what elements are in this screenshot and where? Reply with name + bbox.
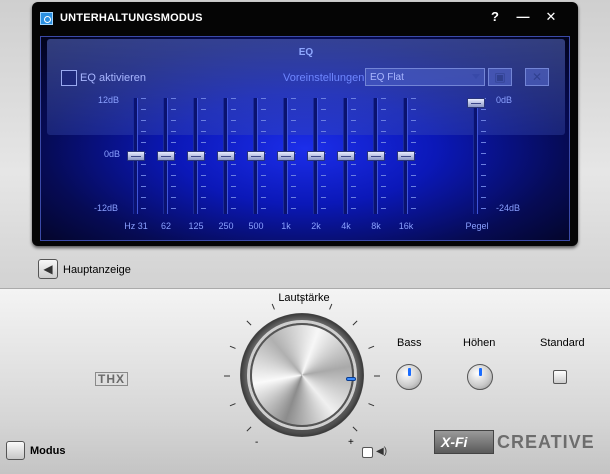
volume-min-label: - bbox=[255, 437, 259, 448]
creative-logo: CREATIVE bbox=[497, 432, 595, 452]
volume-scale-tick bbox=[368, 403, 375, 407]
volume-scale-tick bbox=[352, 426, 358, 432]
presets-label: Voreinstellungen bbox=[283, 72, 365, 84]
volume-knob-indicator bbox=[346, 377, 356, 381]
db-bottom-label: -12dB bbox=[94, 203, 119, 213]
preset-value: EQ Flat bbox=[370, 71, 404, 83]
eq-band-thumb[interactable] bbox=[307, 151, 325, 161]
eq-enable-checkbox[interactable] bbox=[61, 70, 77, 86]
volume-scale-tick bbox=[246, 320, 252, 326]
eq-band-label: 8k bbox=[371, 221, 381, 231]
eq-band-slider[interactable] bbox=[125, 98, 147, 214]
eq-band-label: 2k bbox=[311, 221, 321, 231]
mode-button[interactable] bbox=[6, 441, 25, 460]
save-preset-button[interactable]: ▣ bbox=[488, 68, 512, 86]
eq-band-label: 250 bbox=[218, 221, 234, 231]
treble-label: Höhen bbox=[463, 337, 496, 349]
db-top-label: 12dB bbox=[98, 95, 120, 105]
eq-band-thumb[interactable] bbox=[217, 151, 235, 161]
volume-scale-tick bbox=[246, 426, 252, 432]
eq-band-slider[interactable] bbox=[185, 98, 207, 214]
level-slider-track bbox=[473, 98, 478, 214]
delete-preset-button[interactable]: ✕ bbox=[525, 68, 549, 86]
chevron-down-icon bbox=[472, 74, 480, 79]
standard-button[interactable] bbox=[553, 370, 567, 384]
standard-label: Standard bbox=[540, 337, 585, 349]
help-button[interactable]: ? bbox=[488, 8, 502, 26]
eq-band-label: 16k bbox=[398, 221, 414, 231]
eq-band-thumb[interactable] bbox=[157, 151, 175, 161]
arrow-left-icon: ◀ bbox=[43, 262, 53, 276]
db-mid-label: 0dB bbox=[104, 149, 121, 159]
window-controls: ? — ✕ bbox=[488, 8, 558, 26]
speaker-icon: ◀) bbox=[376, 446, 388, 457]
eq-band-slider[interactable] bbox=[275, 98, 297, 214]
back-button[interactable]: ◀ bbox=[38, 259, 58, 279]
eq-band-label: 500 bbox=[248, 221, 264, 231]
level-slider-thumb[interactable] bbox=[467, 98, 485, 108]
eq-band-thumb[interactable] bbox=[367, 151, 385, 161]
bass-label: Bass bbox=[397, 337, 422, 349]
eq-band-thumb[interactable] bbox=[187, 151, 205, 161]
xfi-logo: X-Fi bbox=[434, 430, 494, 454]
mute-checkbox[interactable] bbox=[362, 447, 373, 458]
volume-scale-tick bbox=[229, 345, 236, 349]
thx-logo: THX bbox=[95, 372, 128, 386]
back-label[interactable]: Hauptanzeige bbox=[63, 264, 131, 276]
app-window: UNTERHALTUNGSMODUS ? — ✕ EQ EQ aktiviere… bbox=[0, 0, 610, 474]
eq-band-slider[interactable] bbox=[245, 98, 267, 214]
eq-band-label: 125 bbox=[188, 221, 204, 231]
window-title: UNTERHALTUNGSMODUS bbox=[60, 12, 203, 24]
level-slider[interactable] bbox=[465, 98, 487, 214]
app-icon bbox=[40, 11, 53, 25]
treble-knob[interactable] bbox=[467, 364, 493, 390]
volume-knob[interactable] bbox=[250, 323, 354, 427]
eq-band-slider[interactable] bbox=[335, 98, 357, 214]
eq-panel: EQ EQ aktivieren Voreinstellungen EQ Fla… bbox=[40, 36, 570, 241]
close-button[interactable]: ✕ bbox=[544, 8, 558, 26]
level-top-label: 0dB bbox=[496, 95, 513, 105]
volume-scale-tick bbox=[329, 303, 333, 310]
volume-max-label: + bbox=[348, 437, 354, 448]
delete-icon: ✕ bbox=[531, 70, 543, 84]
bass-knob[interactable] bbox=[396, 364, 422, 390]
title-bar: UNTERHALTUNGSMODUS bbox=[40, 8, 203, 28]
eq-band-label: 4k bbox=[341, 221, 351, 231]
volume-scale-tick bbox=[368, 345, 375, 349]
eq-band-thumb[interactable] bbox=[337, 151, 355, 161]
minimize-button[interactable]: — bbox=[516, 8, 530, 26]
eq-band-slider[interactable] bbox=[365, 98, 387, 214]
eq-band-slider[interactable] bbox=[155, 98, 177, 214]
eq-band-thumb[interactable] bbox=[277, 151, 295, 161]
eq-band-slider[interactable] bbox=[215, 98, 237, 214]
eq-band-slider[interactable] bbox=[395, 98, 417, 214]
preset-dropdown[interactable]: EQ Flat bbox=[365, 68, 485, 86]
eq-enable-label: EQ aktivieren bbox=[80, 72, 147, 84]
eq-band-thumb[interactable] bbox=[127, 151, 145, 161]
volume-scale-tick bbox=[271, 303, 275, 310]
eq-enable-toggle[interactable]: EQ aktivieren bbox=[61, 70, 146, 86]
mode-label[interactable]: Modus bbox=[30, 445, 65, 457]
eq-title: EQ bbox=[298, 47, 314, 58]
eq-band-slider[interactable] bbox=[305, 98, 327, 214]
eq-band-thumb[interactable] bbox=[397, 151, 415, 161]
eq-band-label: 62 bbox=[160, 221, 171, 231]
volume-scale-tick bbox=[229, 403, 236, 407]
level-bottom-label: -24dB bbox=[496, 203, 521, 213]
level-slider-ticks bbox=[481, 98, 486, 214]
eq-band-label: 1k bbox=[281, 221, 291, 231]
volume-scale-tick bbox=[352, 320, 358, 326]
eq-band-label: Hz 31 bbox=[124, 221, 148, 231]
save-icon: ▣ bbox=[494, 70, 506, 84]
level-label: Pegel bbox=[465, 221, 489, 231]
eq-band-thumb[interactable] bbox=[247, 151, 265, 161]
